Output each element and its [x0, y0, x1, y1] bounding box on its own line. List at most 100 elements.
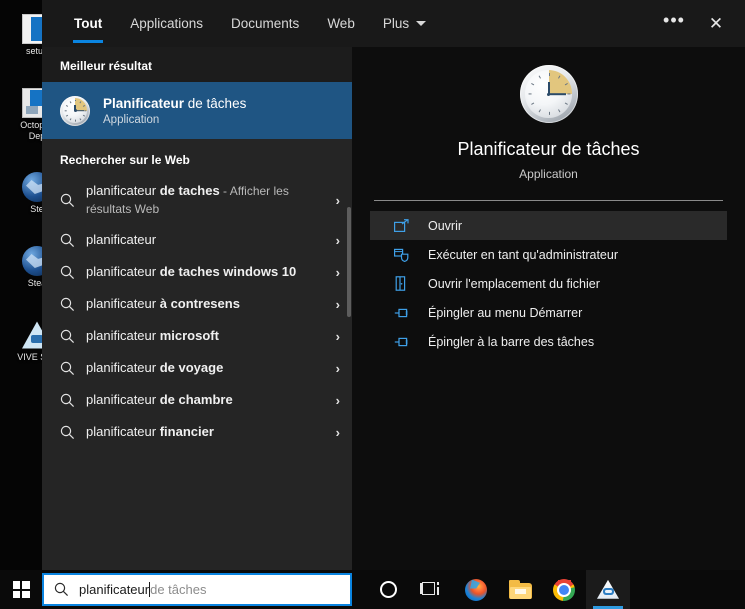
action-label: Ouvrir: [428, 218, 463, 233]
suggestion-text: planificateur de voyage: [86, 360, 224, 375]
windows-logo-icon: [12, 581, 30, 598]
preview-actions: Ouvrir Exécuter en tant qu'administrateu…: [370, 211, 727, 356]
search-icon: [54, 582, 69, 597]
action-executer-admin[interactable]: Exécuter en tant qu'administrateur: [370, 240, 727, 269]
desktop-icon-label: Ste: [30, 204, 44, 214]
search-icon: [60, 297, 86, 312]
action-label: Ouvrir l'emplacement du fichier: [428, 276, 600, 291]
cortana-icon[interactable]: [366, 570, 410, 609]
start-button[interactable]: [0, 570, 42, 609]
shield-run-icon: [394, 248, 428, 262]
tab-tout[interactable]: Tout: [60, 0, 116, 47]
best-result-title-rest: de tâches: [184, 96, 247, 111]
chevron-right-icon: ›: [335, 392, 340, 408]
suggestion-text: planificateur de chambre: [86, 392, 233, 407]
suggestion-text: planificateur de taches windows 10: [86, 264, 297, 279]
search-icon: [60, 361, 86, 376]
chrome-icon[interactable]: [542, 570, 586, 609]
search-icon: [60, 233, 86, 248]
best-result-text: Planificateur de tâches Application: [103, 95, 246, 126]
results-scrollbar[interactable]: [347, 207, 351, 317]
desktop-icon[interactable]: setup: [14, 14, 45, 57]
results-body: Meilleur résultat Planificateur de tâche…: [42, 47, 745, 570]
taskbar: planificateurde tâches: [0, 570, 745, 609]
pin-icon: [394, 335, 428, 349]
web-search-header: Rechercher sur le Web: [60, 153, 190, 167]
search-icon: [60, 425, 86, 440]
desktop-icon[interactable]: Ste: [14, 172, 45, 215]
search-icon: [60, 329, 86, 344]
action-epingler-demarrer[interactable]: Épingler au menu Démarrer: [370, 298, 727, 327]
web-suggestion-row[interactable]: planificateur de taches windows 10 ›: [42, 256, 352, 288]
tab-web[interactable]: Web: [313, 0, 369, 47]
best-result-subtitle: Application: [103, 114, 160, 126]
pin-icon: [394, 306, 428, 320]
action-epingler-barre-taches[interactable]: Épingler à la barre des tâches: [370, 327, 727, 356]
suggestion-text: planificateur microsoft: [86, 328, 219, 343]
web-suggestion-row[interactable]: planificateur microsoft ›: [42, 320, 352, 352]
web-suggestion-row[interactable]: planificateur de chambre ›: [42, 384, 352, 416]
chevron-right-icon: ›: [335, 192, 340, 208]
web-suggestion-row[interactable]: planificateur financier ›: [42, 416, 352, 448]
tab-label: Plus: [382, 16, 410, 31]
desktop-icon[interactable]: Octopus Dep: [14, 88, 45, 142]
preview-app-type: Application: [519, 167, 578, 181]
web-suggestion-row[interactable]: planificateur à contresens ›: [42, 288, 352, 320]
desktop-icon-label: VIVE Stre: [17, 352, 45, 362]
cloud-app-icon[interactable]: [586, 570, 630, 609]
suggestion-text: planificateur à contresens: [86, 296, 240, 311]
action-ouvrir[interactable]: Ouvrir: [370, 211, 727, 240]
desktop-icon[interactable]: VIVE Stre: [14, 320, 45, 363]
best-result-item[interactable]: Planificateur de tâches Application: [42, 82, 352, 139]
firefox-icon[interactable]: [454, 570, 498, 609]
tab-applications[interactable]: Applications: [116, 0, 217, 47]
results-list-pane: Meilleur résultat Planificateur de tâche…: [42, 47, 352, 570]
best-result-title-bold: Planificateur: [103, 96, 185, 111]
open-window-icon: [394, 218, 428, 233]
web-suggestion-row[interactable]: planificateur de voyage ›: [42, 352, 352, 384]
action-label: Épingler à la barre des tâches: [428, 334, 595, 349]
clock-icon: [519, 65, 578, 123]
tab-label: Tout: [74, 16, 103, 31]
clock-icon: [60, 95, 90, 126]
tab-documents[interactable]: Documents: [217, 0, 313, 47]
chevron-right-icon: ›: [335, 360, 340, 376]
filter-tab-bar: Tout Applications Documents Web Plus •••…: [42, 0, 745, 47]
desktop-background: setup Octopus Dep Ste Stea VIVE Stre: [0, 0, 45, 570]
tab-label: Applications: [130, 16, 204, 31]
desktop-icon-label: setup: [25, 46, 45, 56]
close-icon[interactable]: ✕: [695, 0, 737, 47]
tab-label: Documents: [231, 16, 300, 31]
tab-label: Web: [327, 16, 355, 31]
web-suggestion-row[interactable]: planificateur ›: [42, 224, 352, 256]
file-explorer-icon[interactable]: [498, 570, 542, 609]
chevron-right-icon: ›: [335, 328, 340, 344]
search-input[interactable]: planificateurde tâches: [42, 573, 352, 606]
chevron-right-icon: ›: [335, 232, 340, 248]
chevron-right-icon: ›: [335, 424, 340, 440]
chevron-down-icon: [416, 21, 427, 26]
preview-app-title: Planificateur de tâches: [457, 139, 640, 159]
taskbar-icons: [366, 570, 630, 609]
desktop-icon[interactable]: Stea: [14, 246, 45, 289]
preview-hero: Planificateur de tâches Application: [370, 47, 727, 181]
desktop-icon-label: Octopus Dep: [20, 120, 45, 141]
search-icon: [60, 193, 86, 208]
preview-divider: [374, 200, 723, 201]
preview-pane: Planificateur de tâches Application Ouvr…: [352, 47, 745, 570]
more-options-icon[interactable]: •••: [653, 0, 695, 47]
task-view-icon[interactable]: [410, 570, 454, 609]
best-result-header: Meilleur résultat: [42, 47, 352, 82]
action-label: Épingler au menu Démarrer: [428, 305, 583, 320]
search-icon: [60, 393, 86, 408]
search-icon: [60, 265, 86, 280]
screen: setup Octopus Dep Ste Stea VIVE Stre Tou…: [0, 0, 745, 609]
action-label: Exécuter en tant qu'administrateur: [428, 247, 618, 262]
action-ouvrir-emplacement[interactable]: Ouvrir l'emplacement du fichier: [370, 269, 727, 298]
tab-plus[interactable]: Plus: [369, 0, 440, 47]
search-typed-text: planificateur: [79, 582, 150, 597]
web-suggestion-row[interactable]: planificateur de taches - Afficher les r…: [42, 176, 352, 224]
search-suggestion-text: de tâches: [150, 582, 207, 597]
suggestion-text: planificateur: [86, 232, 157, 247]
desktop-icon-label: Stea: [27, 278, 45, 288]
